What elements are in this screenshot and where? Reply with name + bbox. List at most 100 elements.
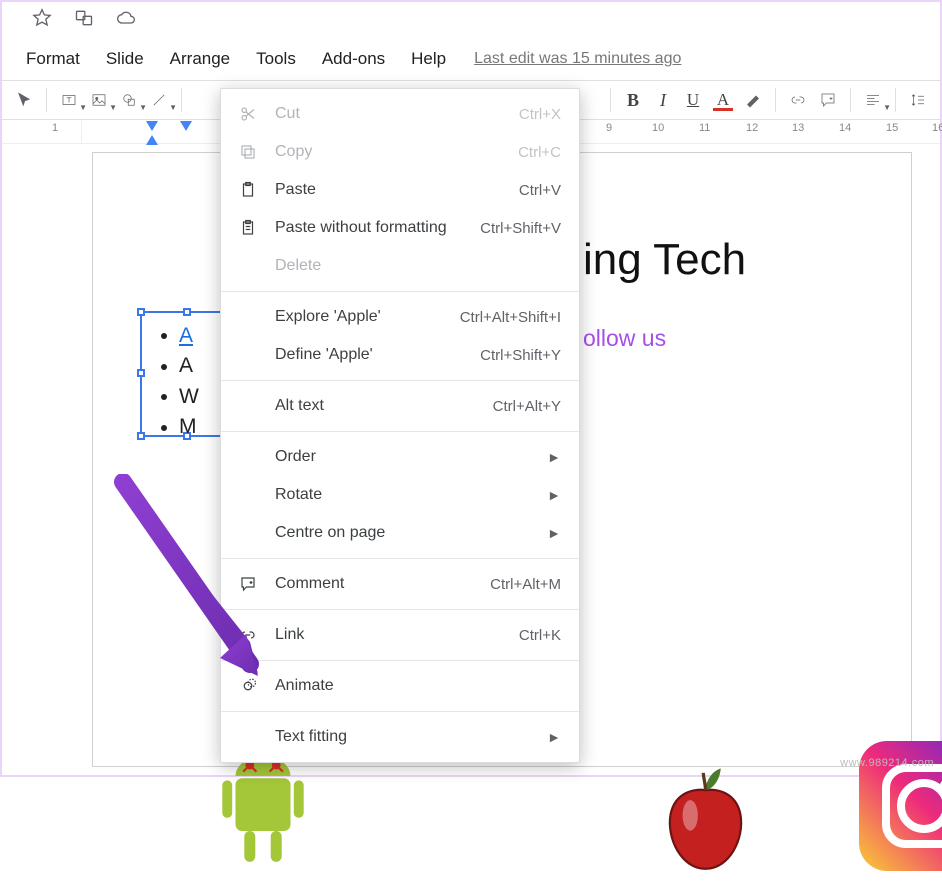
submenu-arrow-icon: ►: [547, 487, 561, 503]
resize-handle[interactable]: [137, 308, 145, 316]
menubar: Format Slide Arrange Tools Add-ons Help …: [2, 42, 940, 76]
menu-item-link[interactable]: LinkCtrl+K: [221, 616, 579, 654]
menu-shortcut: Ctrl+Alt+Y: [493, 398, 561, 415]
cloud-icon[interactable]: [116, 8, 136, 31]
menu-separator: [221, 609, 579, 610]
bold-button[interactable]: B: [619, 86, 647, 114]
ruler-tick: 13: [792, 122, 804, 134]
indent-marker-left[interactable]: [146, 133, 158, 145]
menu-format[interactable]: Format: [16, 45, 90, 73]
italic-button[interactable]: I: [649, 86, 677, 114]
browser-extension-row: [32, 8, 136, 31]
bullet-text: A: [179, 321, 193, 351]
resize-handle[interactable]: [137, 432, 145, 440]
menu-separator: [221, 291, 579, 292]
separator: [46, 88, 47, 112]
menu-item-define-apple[interactable]: Define 'Apple'Ctrl+Shift+Y: [221, 336, 579, 374]
menu-item-label: Define 'Apple': [275, 346, 480, 364]
textbox-tool[interactable]: ▼: [55, 86, 83, 114]
separator: [181, 88, 182, 112]
menu-item-paste[interactable]: PasteCtrl+V: [221, 171, 579, 209]
menu-item-label: Delete: [275, 257, 561, 275]
resize-handle[interactable]: [137, 369, 145, 377]
list-item: A: [161, 351, 199, 381]
text-color-button[interactable]: A: [709, 86, 737, 114]
menu-shortcut: Ctrl+Alt+Shift+I: [460, 309, 561, 326]
indent-marker-hanging[interactable]: [180, 121, 192, 133]
menu-item-animate[interactable]: Animate: [221, 667, 579, 705]
menu-item-centre-on-page[interactable]: Centre on page►: [221, 514, 579, 552]
menu-item-label: Explore 'Apple': [275, 308, 460, 326]
menu-item-rotate[interactable]: Rotate►: [221, 476, 579, 514]
submenu-arrow-icon: ►: [547, 449, 561, 465]
menu-item-label: Copy: [275, 143, 518, 161]
link-icon: [235, 626, 261, 644]
menu-item-paste-without-formatting[interactable]: Paste without formattingCtrl+Shift+V: [221, 209, 579, 247]
menu-item-label: Link: [275, 626, 519, 644]
bullet-text: M: [179, 412, 197, 442]
underline-button[interactable]: U: [679, 86, 707, 114]
ruler-tick: 11: [699, 122, 710, 134]
highlight-button[interactable]: [739, 86, 767, 114]
menu-item-label: Alt text: [275, 397, 493, 415]
menu-arrange[interactable]: Arrange: [160, 45, 240, 73]
comment-icon: [235, 575, 261, 593]
bullet-icon: [161, 425, 167, 431]
menu-shortcut: Ctrl+Shift+V: [480, 220, 561, 237]
menu-shortcut: Ctrl+X: [519, 106, 561, 123]
menu-shortcut: Ctrl+Alt+M: [490, 576, 561, 593]
menu-tools[interactable]: Tools: [246, 45, 306, 73]
bullet-text: W: [179, 382, 199, 412]
bullet-text: A: [179, 351, 193, 381]
star-icon[interactable]: [32, 8, 52, 31]
menu-item-label: Centre on page: [275, 524, 547, 542]
indent-marker-first[interactable]: [146, 121, 158, 133]
align-button[interactable]: ▼: [859, 86, 887, 114]
copy-icon: [235, 143, 261, 161]
context-menu: CutCtrl+XCopyCtrl+CPasteCtrl+VPaste with…: [220, 88, 580, 763]
menu-item-cut: CutCtrl+X: [221, 95, 579, 133]
menu-item-label: Animate: [275, 677, 561, 695]
menu-separator: [221, 380, 579, 381]
menu-help[interactable]: Help: [401, 45, 456, 73]
image-tool[interactable]: ▼: [85, 86, 113, 114]
line-tool[interactable]: ▼: [145, 86, 173, 114]
submenu-arrow-icon: ►: [547, 525, 561, 541]
shape-tool[interactable]: ▼: [115, 86, 143, 114]
menu-item-copy: CopyCtrl+C: [221, 133, 579, 171]
slide-title-text: ing Tech: [583, 235, 746, 285]
menu-item-label: Text fitting: [275, 728, 547, 746]
last-edit-link[interactable]: Last edit was 15 minutes ago: [474, 50, 681, 68]
submenu-arrow-icon: ►: [547, 729, 561, 745]
menu-item-text-fitting[interactable]: Text fitting►: [221, 718, 579, 756]
clipboard-icon: [235, 181, 261, 199]
menu-slide[interactable]: Slide: [96, 45, 154, 73]
menu-item-delete: Delete: [221, 247, 579, 285]
ruler-tick: 14: [839, 122, 851, 134]
separator: [850, 88, 851, 112]
resize-handle[interactable]: [183, 308, 191, 316]
ruler-tick: 1: [52, 122, 58, 134]
menu-item-alt-text[interactable]: Alt textCtrl+Alt+Y: [221, 387, 579, 425]
menu-item-label: Comment: [275, 575, 490, 593]
translate-icon[interactable]: [74, 8, 94, 31]
menu-item-explore-apple[interactable]: Explore 'Apple'Ctrl+Alt+Shift+I: [221, 298, 579, 336]
follow-us-text: ollow us: [583, 325, 666, 352]
insert-link-button[interactable]: [784, 86, 812, 114]
ruler-tick: 10: [652, 122, 664, 134]
menu-item-order[interactable]: Order►: [221, 438, 579, 476]
bullet-icon: [161, 333, 167, 339]
clipboard-plain-icon: [235, 219, 261, 237]
menu-item-comment[interactable]: CommentCtrl+Alt+M: [221, 565, 579, 603]
insert-comment-button[interactable]: [814, 86, 842, 114]
ruler-tick: 12: [746, 122, 758, 134]
animate-icon: [235, 677, 261, 695]
select-tool[interactable]: [10, 86, 38, 114]
list-item: M: [161, 412, 199, 442]
menu-separator: [221, 431, 579, 432]
menu-separator: [221, 558, 579, 559]
apple-image[interactable]: [648, 763, 763, 883]
menu-addons[interactable]: Add-ons: [312, 45, 395, 73]
line-spacing-button[interactable]: [904, 86, 932, 114]
bullet-list: A A W M: [161, 321, 199, 443]
